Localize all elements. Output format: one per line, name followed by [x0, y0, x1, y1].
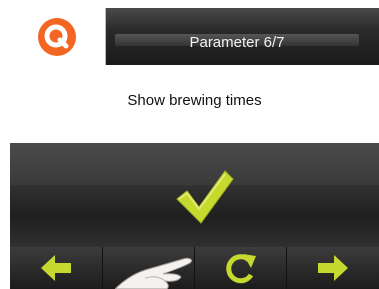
arrow-right-icon — [318, 255, 348, 281]
q-logo-icon — [38, 18, 76, 56]
pointing-hand-icon — [115, 257, 193, 289]
checkmark-icon[interactable] — [175, 169, 235, 225]
logo — [10, 8, 106, 65]
parameter-panel: Show brewing times — [10, 65, 379, 143]
header-bar: Parameter 6/7 — [10, 8, 379, 65]
refresh-icon — [225, 254, 256, 284]
forward-button[interactable] — [286, 247, 379, 289]
reset-button[interactable] — [194, 247, 286, 289]
parameter-label: Show brewing times — [127, 92, 262, 109]
device-screen: Parameter 6/7 Show brewing times — [0, 0, 379, 289]
page-title: Parameter 6/7 — [189, 34, 285, 51]
arrow-left-icon — [41, 255, 71, 281]
back-button[interactable] — [10, 247, 102, 289]
